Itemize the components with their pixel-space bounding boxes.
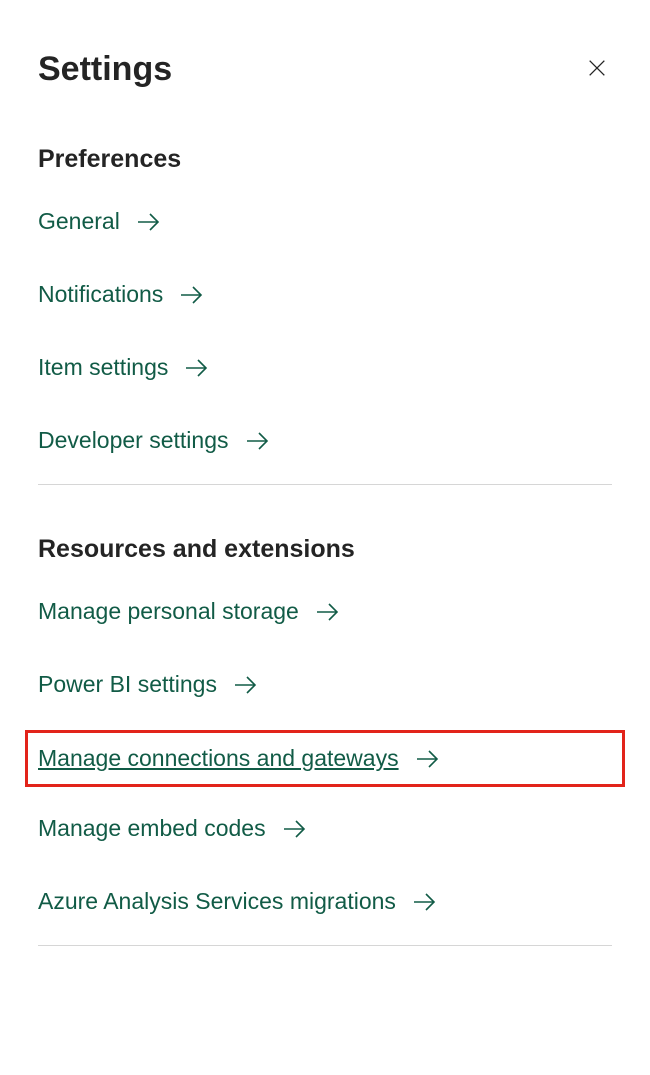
arrow-right-icon <box>245 430 271 452</box>
link-manage-embed-codes[interactable]: Manage embed codes <box>38 815 612 842</box>
arrow-right-icon <box>315 601 341 623</box>
close-icon <box>586 57 608 82</box>
link-label: General <box>38 208 120 235</box>
section-title-resources: Resources and extensions <box>38 535 612 564</box>
link-notifications[interactable]: Notifications <box>38 281 612 308</box>
arrow-right-icon <box>233 674 259 696</box>
resources-links: Manage personal storage Power BI setting… <box>38 598 612 915</box>
preferences-links: General Notifications Item settings Deve… <box>38 208 612 454</box>
section-title-preferences: Preferences <box>38 145 612 174</box>
arrow-right-icon <box>179 284 205 306</box>
link-item-settings[interactable]: Item settings <box>38 354 612 381</box>
settings-header: Settings <box>38 50 612 89</box>
link-label: Manage personal storage <box>38 598 299 625</box>
link-label: Developer settings <box>38 427 229 454</box>
link-label: Manage connections and gateways <box>38 745 399 772</box>
link-label: Manage embed codes <box>38 815 266 842</box>
close-button[interactable] <box>582 53 612 86</box>
link-manage-connections-gateways[interactable]: Manage connections and gateways <box>38 745 612 772</box>
link-label: Power BI settings <box>38 671 217 698</box>
highlighted-callout: Manage connections and gateways <box>25 730 625 787</box>
arrow-right-icon <box>415 748 441 770</box>
section-divider <box>38 484 612 485</box>
link-label: Item settings <box>38 354 168 381</box>
panel-title: Settings <box>38 50 172 89</box>
link-manage-personal-storage[interactable]: Manage personal storage <box>38 598 612 625</box>
link-developer-settings[interactable]: Developer settings <box>38 427 612 454</box>
link-general[interactable]: General <box>38 208 612 235</box>
section-divider <box>38 945 612 946</box>
arrow-right-icon <box>136 211 162 233</box>
arrow-right-icon <box>412 891 438 913</box>
link-azure-analysis-migrations[interactable]: Azure Analysis Services migrations <box>38 888 612 915</box>
link-label: Azure Analysis Services migrations <box>38 888 396 915</box>
arrow-right-icon <box>282 818 308 840</box>
link-power-bi-settings[interactable]: Power BI settings <box>38 671 612 698</box>
arrow-right-icon <box>184 357 210 379</box>
link-label: Notifications <box>38 281 163 308</box>
